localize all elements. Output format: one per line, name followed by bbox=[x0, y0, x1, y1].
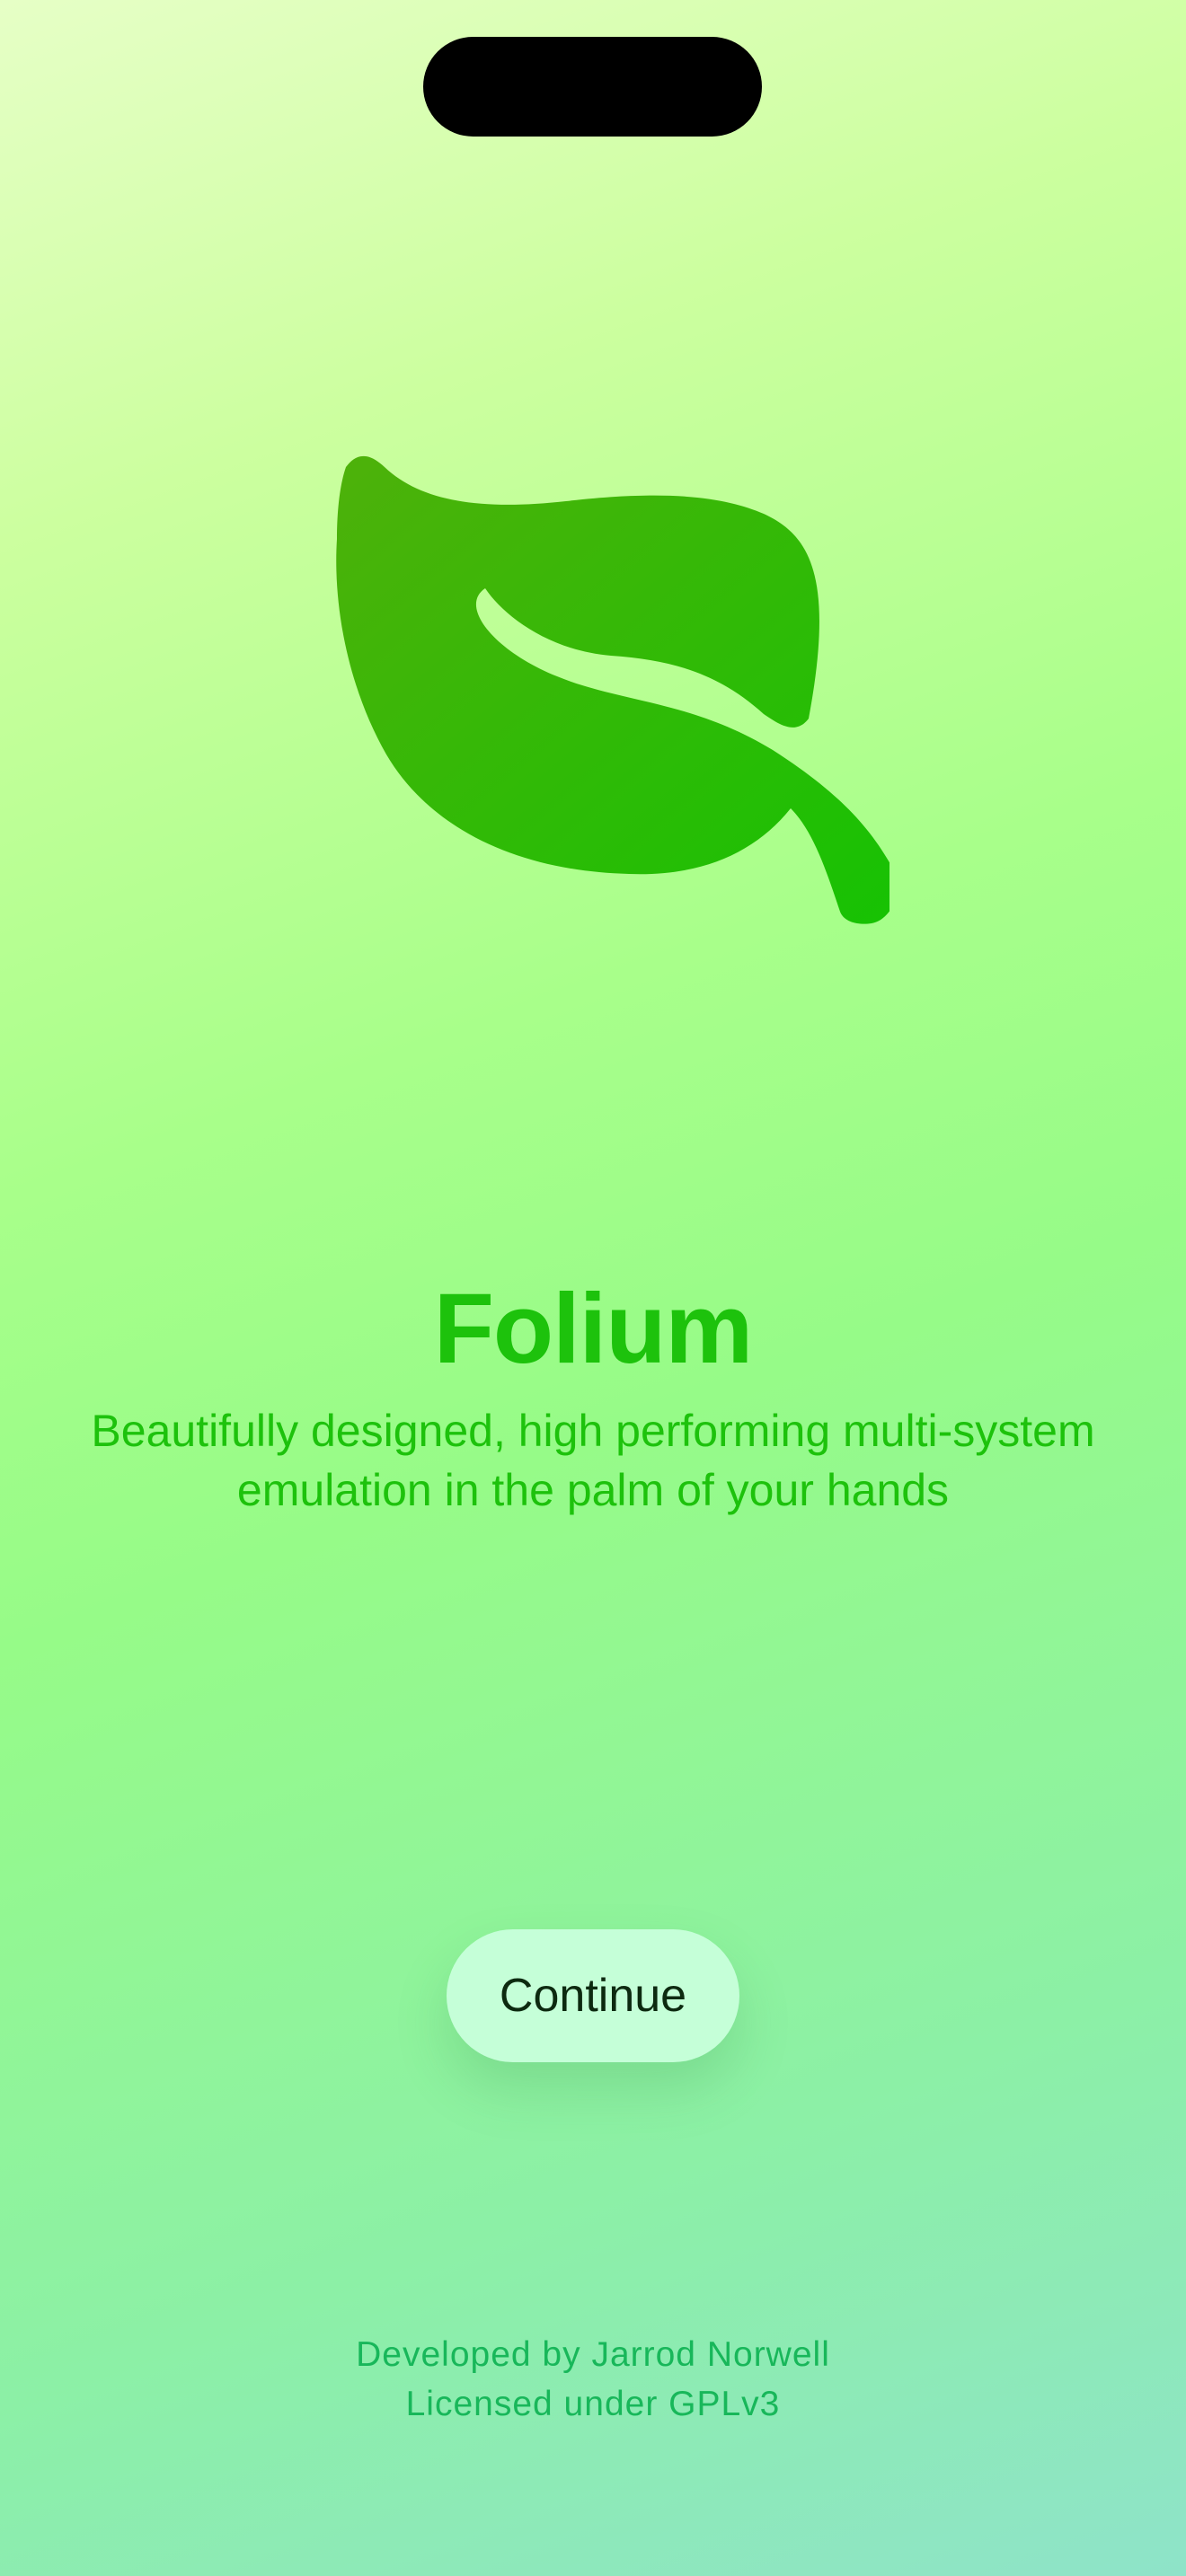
app-title: Folium bbox=[433, 1274, 754, 1384]
app-tagline: Beautifully designed, high performing mu… bbox=[91, 1406, 1095, 1515]
continue-button[interactable]: Continue bbox=[447, 1929, 739, 2062]
leaf-icon bbox=[296, 431, 898, 952]
dynamic-island bbox=[423, 37, 762, 137]
developer-credit: Developed by Jarrod Norwell bbox=[356, 2335, 830, 2374]
license-info: Licensed under GPLv3 bbox=[405, 2385, 781, 2423]
